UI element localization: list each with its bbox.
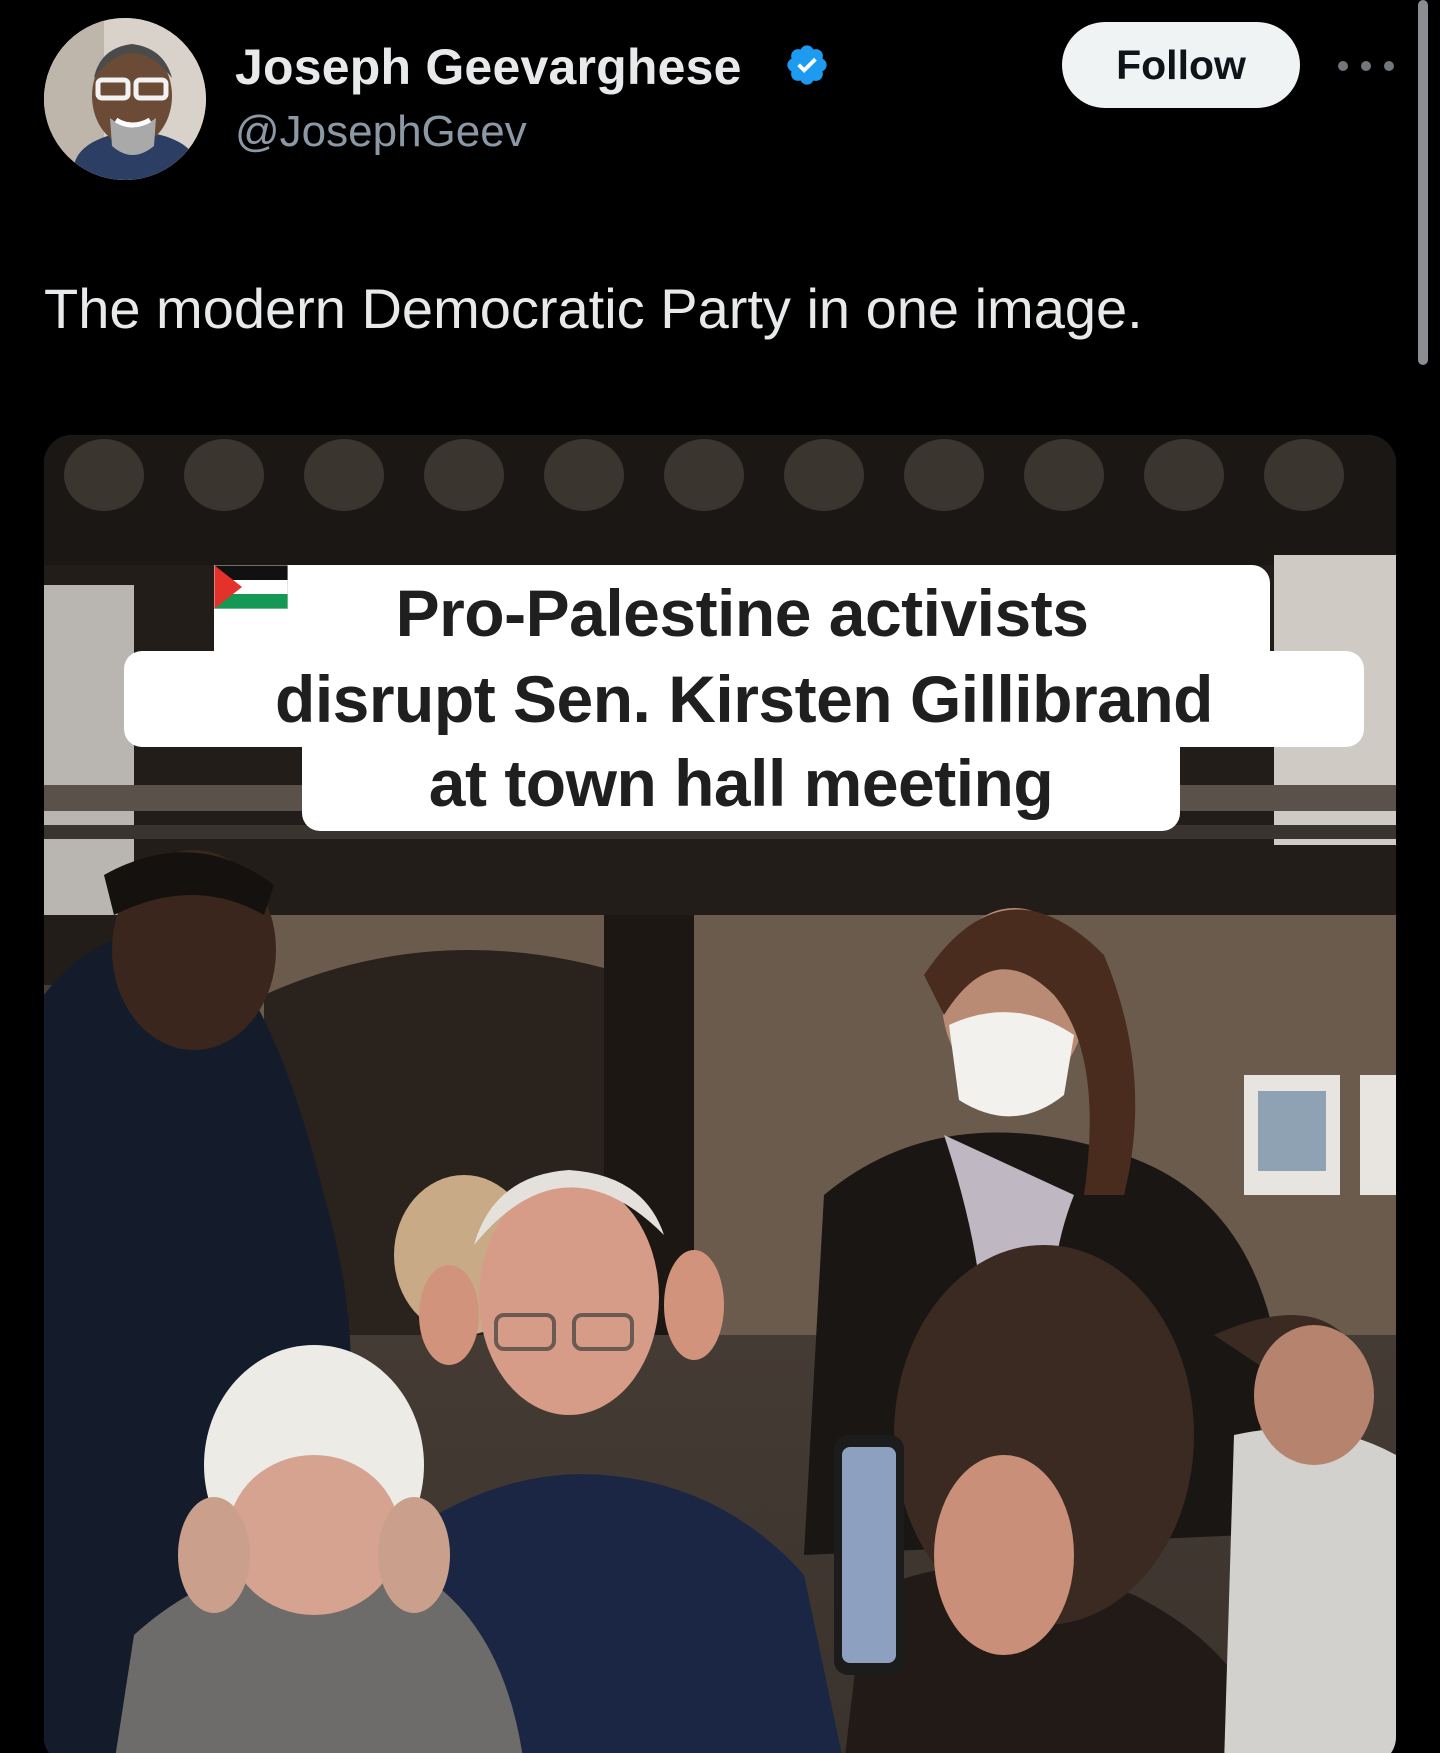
- palestine-flag-icon: [214, 565, 288, 609]
- caption-line-1: Pro-Palestine activists: [214, 565, 1270, 661]
- verified-badge-icon: [787, 45, 827, 85]
- tweet-header: Joseph Geevarghese @JosephGeev Follow: [0, 0, 1440, 200]
- author-handle[interactable]: @JosephGeev: [235, 107, 527, 157]
- dot: [1384, 61, 1394, 71]
- dot: [1338, 61, 1348, 71]
- tweet-page: Joseph Geevarghese @JosephGeev Follow Th…: [0, 0, 1440, 1753]
- tweet-text: The modern Democratic Party in one image…: [44, 277, 1143, 340]
- author-name[interactable]: Joseph Geevarghese: [235, 38, 742, 96]
- avatar-image: [44, 18, 206, 180]
- tweet-media[interactable]: Pro-Palestine activists disrupt Sen. Kir…: [44, 435, 1396, 1753]
- follow-button[interactable]: Follow: [1062, 22, 1300, 108]
- author-avatar[interactable]: [44, 18, 206, 180]
- scrollbar[interactable]: [1418, 0, 1428, 365]
- caption-line-2: disrupt Sen. Kirsten Gillibrand: [124, 651, 1364, 747]
- more-options-icon[interactable]: [1338, 48, 1394, 84]
- caption-text-1: Pro-Palestine activists: [395, 576, 1089, 650]
- caption-line-3: at town hall meeting: [302, 735, 1180, 831]
- dot: [1361, 61, 1371, 71]
- media-caption: Pro-Palestine activists disrupt Sen. Kir…: [44, 435, 1396, 1753]
